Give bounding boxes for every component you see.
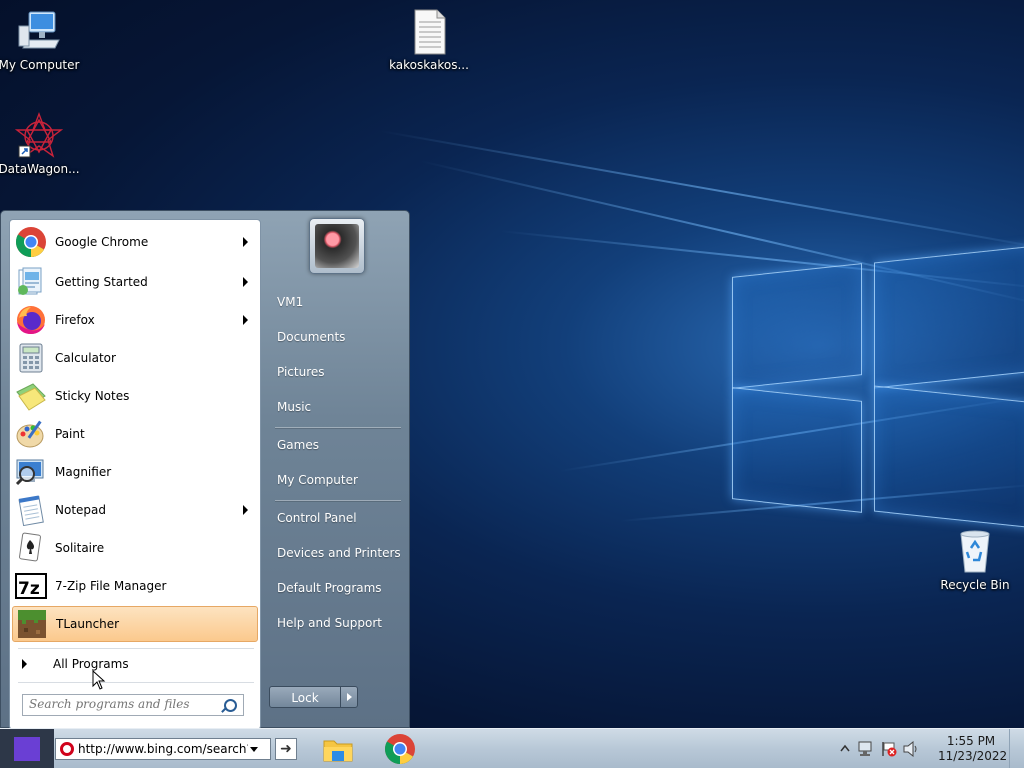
program-google-chrome[interactable]: Google Chrome [12,224,258,260]
opera-icon [60,742,74,756]
datawagon-icon [14,112,64,160]
address-input[interactable] [78,742,248,756]
computer-icon [15,8,63,56]
volume-icon[interactable] [902,741,920,757]
start-menu-places-pane: VM1 Documents Pictures Music Games My Co… [267,211,411,729]
link-my-computer[interactable]: My Computer [277,470,358,490]
7zip-icon: 7z [15,570,47,602]
show-hidden-icons-icon[interactable] [840,744,850,752]
svg-text:7z: 7z [18,579,40,599]
search-separator [18,682,254,683]
calculator-icon [15,342,47,374]
places-separator [275,500,401,501]
all-programs-label: All Programs [53,657,129,671]
clock[interactable]: 1:55 PM 11/23/2022 [938,734,1008,764]
tlauncher-icon [16,608,48,640]
taskbar-file-explorer[interactable] [318,731,358,767]
program-solitaire[interactable]: Solitaire [12,530,258,566]
link-default-programs[interactable]: Default Programs [277,578,382,598]
all-programs-button[interactable]: All Programs [18,654,129,674]
link-games[interactable]: Games [277,435,319,455]
paint-icon [15,418,47,450]
address-toolbar[interactable] [55,738,271,760]
start-menu: Google Chrome Getting Started Firefox Ca… [0,210,411,730]
user-picture-icon [315,224,359,268]
show-desktop-button[interactable] [1009,729,1024,768]
submenu-arrow-icon[interactable] [243,505,248,515]
program-7zip[interactable]: 7z 7-Zip File Manager [12,568,258,604]
text-file-icon [405,8,453,56]
link-music[interactable]: Music [277,397,311,417]
go-button[interactable]: ➜ [275,738,297,760]
programs-separator [18,648,254,649]
clock-date: 11/23/2022 [938,749,1008,763]
link-user-folder[interactable]: VM1 [277,292,303,312]
desktop-icon-recycle-bin[interactable]: Recycle Bin [930,528,1020,592]
sticky-notes-icon [15,380,47,412]
program-tlauncher[interactable]: TLauncher [12,606,258,642]
expand-arrow-icon [22,659,27,669]
notepad-icon [15,494,47,527]
desktop-icon-datawagon[interactable]: DataWagon... [0,112,84,176]
start-button[interactable] [0,729,54,768]
network-icon[interactable] [858,741,876,757]
windows-logo-wallpaper [728,238,1024,538]
chrome-icon [15,226,47,258]
program-magnifier[interactable]: Magnifier [12,454,258,490]
start-menu-programs-pane: Google Chrome Getting Started Firefox Ca… [9,219,261,730]
program-sticky-notes[interactable]: Sticky Notes [12,378,258,414]
program-getting-started[interactable]: Getting Started [12,264,258,300]
start-search-box[interactable] [22,694,244,716]
magnifier-icon [15,456,47,488]
link-help-and-support[interactable]: Help and Support [277,613,382,633]
program-notepad[interactable]: Notepad [12,492,258,528]
shutdown-options-arrow-icon[interactable] [340,686,358,708]
lock-button[interactable]: Lock [269,686,341,708]
getting-started-icon [15,266,47,298]
system-tray: 1:55 PM 11/23/2022 [834,729,1024,768]
submenu-arrow-icon[interactable] [243,277,248,287]
search-input[interactable] [29,695,219,713]
file-explorer-icon [323,740,353,762]
firefox-icon [15,304,47,336]
link-control-panel[interactable]: Control Panel [277,508,357,528]
places-separator [275,427,401,428]
clock-time: 1:55 PM [946,734,996,748]
desktop-icon-text-file[interactable]: kakoskakos... [384,8,474,72]
program-paint[interactable]: Paint [12,416,258,452]
program-firefox[interactable]: Firefox [12,302,258,338]
dropdown-arrow-icon[interactable] [250,746,258,752]
submenu-arrow-icon[interactable] [243,237,248,247]
submenu-arrow-icon[interactable] [243,315,248,325]
chrome-icon [384,734,415,765]
action-center-flag-icon[interactable] [880,740,898,758]
link-devices-and-printers[interactable]: Devices and Printers [277,543,401,563]
link-documents[interactable]: Documents [277,327,345,347]
desktop-icon-my-computer[interactable]: My Computer [0,8,84,72]
link-pictures[interactable]: Pictures [277,362,325,382]
taskbar: ➜ [0,728,1024,768]
search-icon[interactable] [224,699,237,712]
start-orb-icon [14,737,40,761]
taskbar-chrome[interactable] [380,731,420,767]
user-avatar[interactable] [309,218,365,274]
solitaire-icon [15,532,47,564]
program-calculator[interactable]: Calculator [12,340,258,376]
recycle-bin-icon [951,528,999,576]
